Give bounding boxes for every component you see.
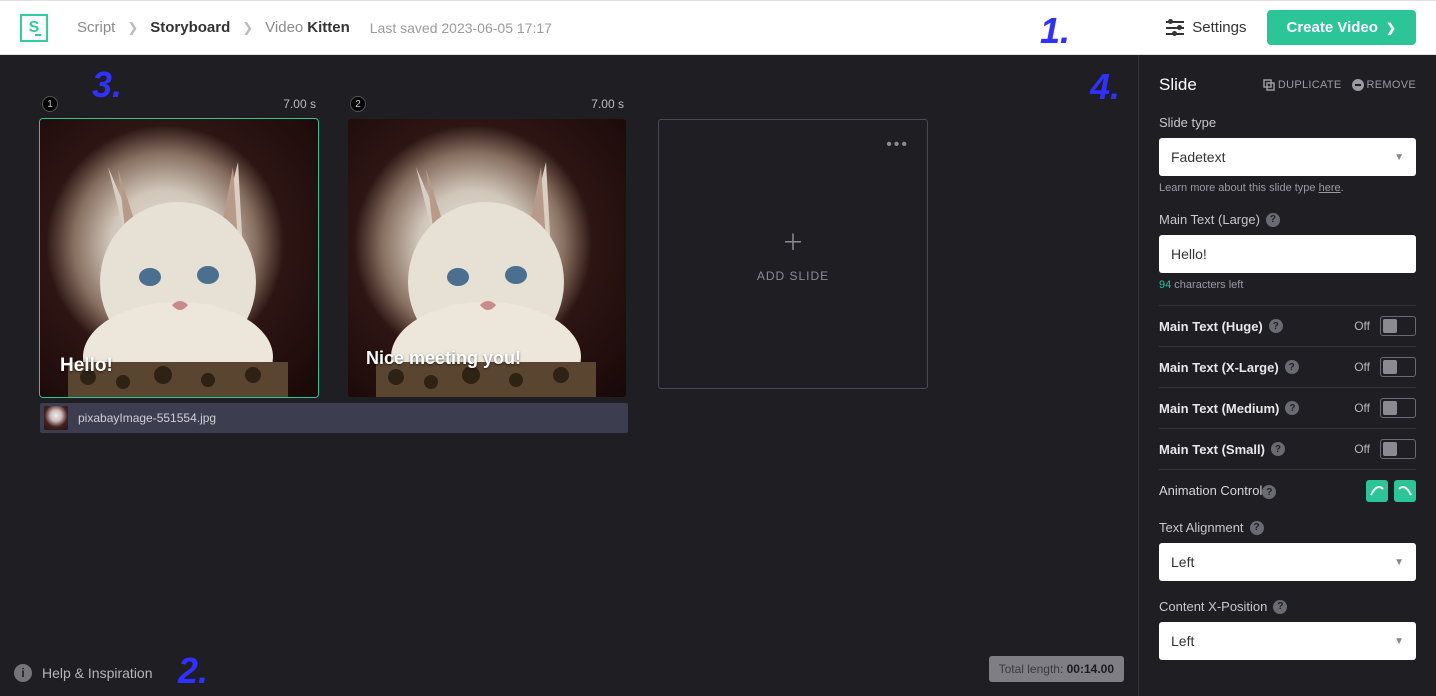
- plus-icon: ＋: [782, 225, 804, 257]
- attachment-filename: pixabayImage-551554.jpg: [78, 411, 216, 425]
- slide-properties-panel: Slide DUPLICATE REMOVE Slide type Fadete…: [1138, 55, 1436, 696]
- breadcrumb-video[interactable]: Video: [261, 19, 307, 36]
- chevron-right-icon: ❯: [234, 20, 261, 36]
- slide-type-learn-link[interactable]: here: [1319, 182, 1341, 194]
- slide-type-label: Slide type: [1159, 115, 1416, 130]
- chars-left-label: 94 characters left: [1159, 279, 1416, 291]
- toggle-row-small: Main Text (Small)? Off: [1159, 428, 1416, 469]
- slide-thumbnail[interactable]: Nice meeting you!: [348, 119, 626, 397]
- sliders-icon: [1166, 21, 1184, 35]
- slide-thumbnail[interactable]: Hello!: [40, 119, 318, 397]
- remove-icon: [1352, 79, 1364, 91]
- breadcrumbs: Script ❯ Storyboard ❯ Video: [73, 19, 307, 36]
- toggle-state: Off: [1354, 401, 1370, 415]
- slide-number-badge: 1: [42, 96, 58, 112]
- app-header: S Script ❯ Storyboard ❯ Video Kitten Las…: [0, 0, 1436, 55]
- help-icon[interactable]: ?: [1269, 319, 1283, 333]
- help-icon[interactable]: ?: [1262, 485, 1276, 499]
- more-icon[interactable]: •••: [886, 136, 909, 154]
- slide-attachment[interactable]: pixabayImage-551554.jpg: [40, 403, 628, 433]
- toggle-row-huge: Main Text (Huge)? Off: [1159, 305, 1416, 346]
- help-icon[interactable]: ?: [1271, 442, 1285, 456]
- help-icon[interactable]: ?: [1273, 600, 1287, 614]
- toggle-state: Off: [1354, 319, 1370, 333]
- help-inspiration-link[interactable]: i Help & Inspiration: [14, 664, 153, 682]
- toggle-row-medium: Main Text (Medium)? Off: [1159, 387, 1416, 428]
- slide-duration: 7.00 s: [591, 97, 624, 111]
- toggle-switch[interactable]: [1380, 316, 1416, 336]
- total-length-badge: Total length: 00:14.00: [989, 656, 1124, 682]
- slide-column: 2 7.00 s: [348, 95, 626, 397]
- help-icon[interactable]: ?: [1266, 213, 1280, 227]
- animation-out-button[interactable]: [1394, 480, 1416, 502]
- toggle-switch[interactable]: [1380, 439, 1416, 459]
- help-icon[interactable]: ?: [1285, 401, 1299, 415]
- remove-slide-button[interactable]: REMOVE: [1352, 79, 1416, 91]
- breadcrumb-storyboard[interactable]: Storyboard: [146, 19, 234, 36]
- attachment-thumb: [44, 406, 68, 430]
- storyboard-canvas: 1 7.00 s: [0, 55, 1138, 696]
- project-name: Kitten: [307, 19, 350, 36]
- duplicate-slide-button[interactable]: DUPLICATE: [1263, 79, 1342, 91]
- slide-number-badge: 2: [350, 96, 366, 112]
- slide-type-select[interactable]: Fadetext ▼: [1159, 138, 1416, 176]
- chevron-right-icon: ❯: [1386, 21, 1396, 35]
- slide-duration: 7.00 s: [283, 97, 316, 111]
- settings-label: Settings: [1192, 19, 1246, 36]
- help-icon[interactable]: ?: [1285, 360, 1299, 374]
- animation-control-row: Animation Control?: [1159, 469, 1416, 512]
- content-xpos-label: Content X-Position?: [1159, 599, 1416, 614]
- toggle-row-xlarge: Main Text (X-Large)? Off: [1159, 346, 1416, 387]
- toggle-switch[interactable]: [1380, 357, 1416, 377]
- panel-title: Slide: [1159, 75, 1197, 95]
- content-xpos-select[interactable]: Left▼: [1159, 622, 1416, 660]
- slide-type-hint: Learn more about this slide type here.: [1159, 182, 1416, 194]
- info-icon: i: [14, 664, 32, 682]
- toggle-switch[interactable]: [1380, 398, 1416, 418]
- caret-down-icon: ▼: [1394, 557, 1404, 568]
- main-text-label: Main Text (Large) ?: [1159, 212, 1416, 227]
- text-alignment-label: Text Alignment?: [1159, 520, 1416, 535]
- settings-button[interactable]: Settings: [1166, 19, 1246, 36]
- text-alignment-select[interactable]: Left▼: [1159, 543, 1416, 581]
- slide-caption: Nice meeting you!: [366, 348, 521, 369]
- slide-column: 1 7.00 s: [40, 95, 318, 397]
- chevron-right-icon: ❯: [119, 20, 146, 36]
- caret-down-icon: ▼: [1394, 636, 1404, 647]
- main-text-input[interactable]: [1159, 235, 1416, 273]
- add-slide-label: ADD SLIDE: [757, 269, 829, 283]
- breadcrumb-script[interactable]: Script: [73, 19, 119, 36]
- duplicate-icon: [1263, 79, 1275, 91]
- last-saved-label: Last saved 2023-06-05 17:17: [370, 20, 552, 36]
- create-video-button[interactable]: Create Video ❯: [1267, 10, 1417, 45]
- slide-caption: Hello!: [60, 355, 113, 377]
- add-slide-button[interactable]: ••• ＋ ADD SLIDE: [658, 119, 928, 389]
- caret-down-icon: ▼: [1394, 152, 1404, 163]
- toggle-state: Off: [1354, 442, 1370, 456]
- help-icon[interactable]: ?: [1250, 521, 1264, 535]
- app-logo[interactable]: S: [20, 14, 48, 42]
- toggle-state: Off: [1354, 360, 1370, 374]
- animation-in-button[interactable]: [1366, 480, 1388, 502]
